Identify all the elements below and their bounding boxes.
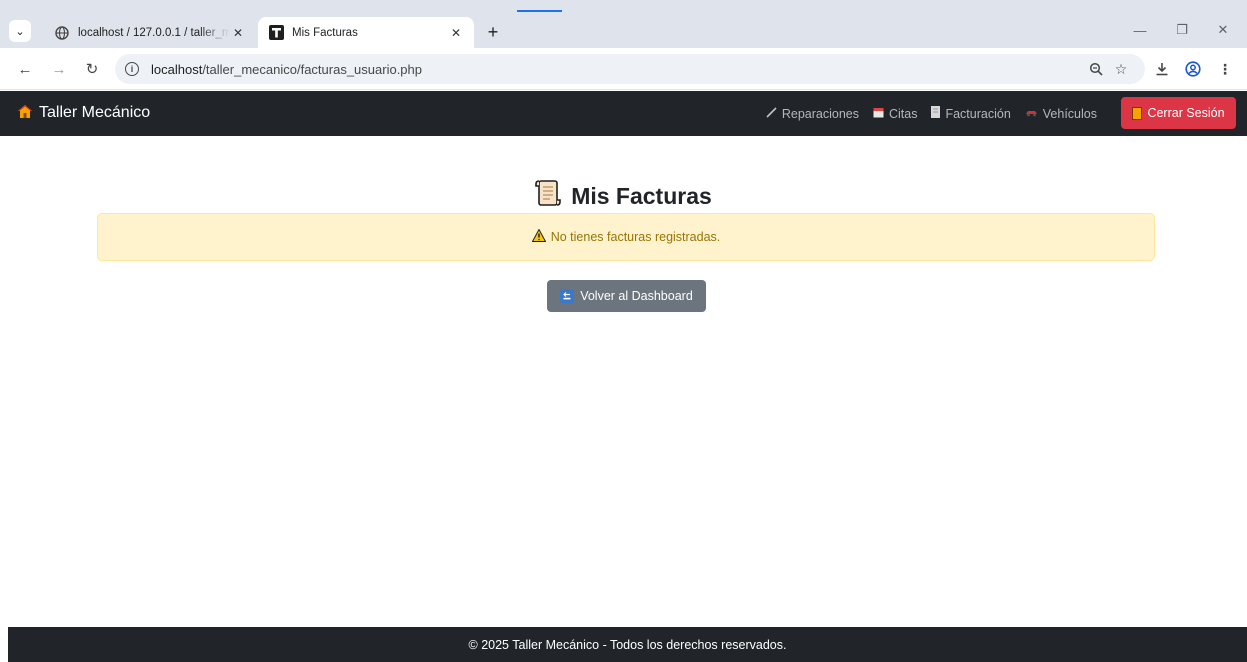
- alert-text: No tienes facturas registradas.: [550, 230, 721, 244]
- calendar-icon: [873, 107, 884, 121]
- browser-toolbar: ← → ↻ i localhost/taller_mecanico/factur…: [0, 48, 1247, 90]
- page-footer: © 2025 Taller Mecánico - Todos los derec…: [8, 627, 1247, 662]
- window-close-icon[interactable]: ✕: [1208, 18, 1238, 42]
- tab-title: Mis Facturas: [292, 26, 358, 39]
- profile-icon[interactable]: [1182, 57, 1204, 81]
- more-menu-icon[interactable]: ⋮: [1214, 57, 1236, 81]
- page-title-text: Mis Facturas: [571, 182, 712, 209]
- minimize-icon[interactable]: —: [1125, 18, 1155, 42]
- logout-label: Cerrar Sesión: [1147, 106, 1225, 120]
- browser-tab-phpmyadmin[interactable]: localhost / 127.0.0.1 / taller_mecanico …: [44, 17, 256, 48]
- footer-text: © 2025 Taller Mecánico - Todos los derec…: [468, 637, 787, 652]
- new-tab-plus-icon[interactable]: +: [481, 20, 505, 44]
- nav-link-facturacion[interactable]: Facturación: [931, 106, 1011, 121]
- nav-link-reparaciones[interactable]: Reparaciones: [766, 106, 859, 121]
- logout-button[interactable]: Cerrar Sesión: [1121, 97, 1236, 129]
- forward-arrow-icon[interactable]: →: [47, 57, 71, 81]
- nav-links: Reparaciones Citas Facturación Vehículos: [766, 106, 1097, 121]
- wrench-icon: [766, 106, 777, 121]
- zoom-icon[interactable]: [1085, 57, 1107, 81]
- bookmark-star-icon[interactable]: ☆: [1110, 57, 1132, 81]
- navbar-brand[interactable]: Taller Mecánico: [18, 104, 150, 122]
- brand-label: Taller Mecánico: [39, 104, 151, 121]
- tab-search-chevron-icon[interactable]: ⌄: [9, 20, 31, 42]
- t-logo-icon: [268, 25, 284, 41]
- browser-tab-strip: ⌄ localhost / 127.0.0.1 / taller_mecanic…: [0, 0, 1247, 48]
- restore-icon[interactable]: ❐: [1167, 18, 1197, 42]
- tab-close-icon[interactable]: ✕: [448, 26, 464, 40]
- nav-link-citas[interactable]: Citas: [873, 106, 917, 121]
- app-navbar: Taller Mecánico Reparaciones Citas Factu…: [0, 91, 1247, 136]
- back-arrow-icon: [560, 289, 575, 303]
- nav-link-label: Citas: [888, 106, 918, 121]
- door-icon: [1132, 106, 1143, 120]
- browser-tab-mis-facturas[interactable]: Mis Facturas ✕: [258, 17, 474, 48]
- tab-title: localhost / 127.0.0.1 / taller_mecanico: [78, 26, 230, 39]
- nav-link-label: Reparaciones: [781, 106, 859, 121]
- back-to-dashboard-button[interactable]: Volver al Dashboard: [547, 280, 706, 312]
- back-arrow-icon[interactable]: ←: [13, 57, 37, 81]
- reload-icon[interactable]: ↻: [80, 57, 104, 81]
- page-title: Mis Facturas: [0, 178, 1247, 214]
- nav-link-label: Vehículos: [1042, 106, 1097, 121]
- warning-icon: [531, 228, 547, 245]
- globe-icon: [54, 25, 70, 41]
- site-info-icon[interactable]: i: [125, 62, 139, 76]
- address-bar[interactable]: i localhost/taller_mecanico/facturas_usu…: [115, 54, 1145, 84]
- tab-close-icon[interactable]: ✕: [230, 26, 246, 40]
- scroll-icon: [535, 178, 561, 214]
- download-icon[interactable]: [1151, 57, 1173, 81]
- nav-link-vehiculos[interactable]: Vehículos: [1025, 106, 1097, 121]
- receipt-icon: [931, 106, 941, 121]
- nav-link-label: Facturación: [945, 106, 1011, 121]
- house-icon: [18, 105, 32, 121]
- car-icon: [1025, 108, 1038, 120]
- url-host: localhost: [151, 61, 203, 77]
- no-invoices-alert: No tienes facturas registradas.: [97, 213, 1155, 261]
- back-button-label: Volver al Dashboard: [580, 289, 693, 303]
- url-path: /taller_mecanico/facturas_usuario.php: [202, 61, 422, 77]
- loading-indicator: [517, 10, 562, 12]
